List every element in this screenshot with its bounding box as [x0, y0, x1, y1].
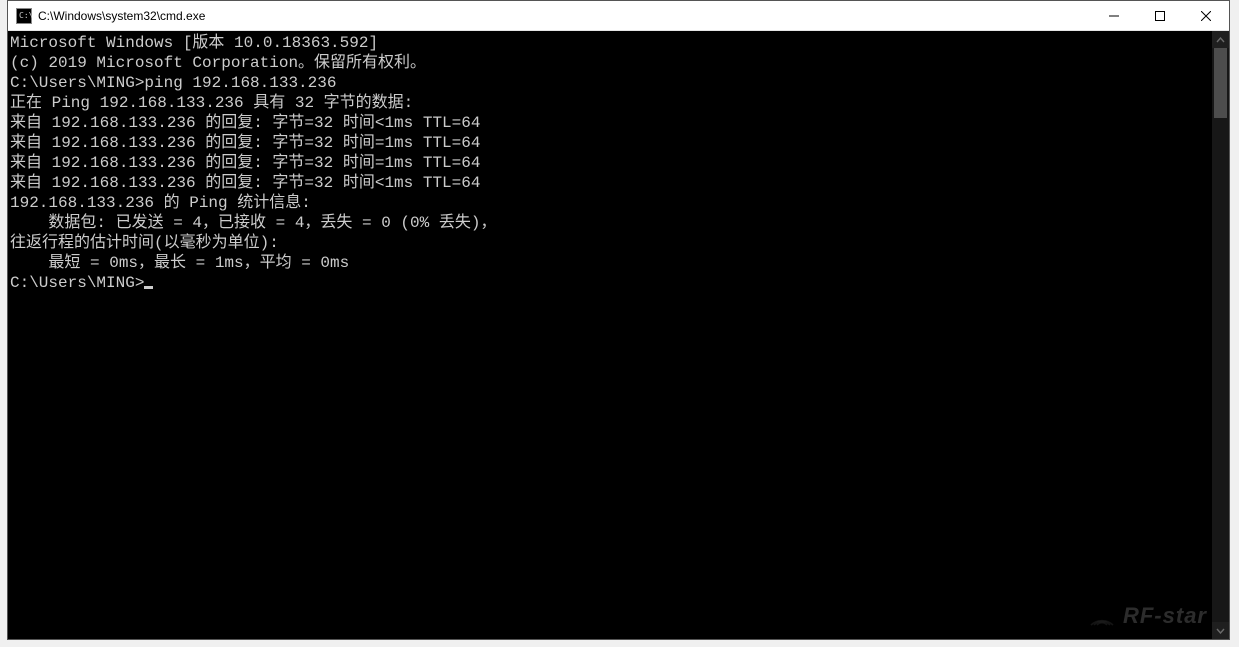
scroll-thumb[interactable]	[1214, 48, 1227, 118]
terminal-line: C:\Users\MING>ping 192.168.133.236	[10, 73, 1212, 93]
chevron-up-icon	[1216, 37, 1225, 43]
terminal-line: 数据包: 已发送 = 4，已接收 = 4，丢失 = 0 (0% 丢失)，	[10, 213, 1212, 233]
close-button[interactable]	[1183, 1, 1229, 30]
terminal-line: Microsoft Windows [版本 10.0.18363.592]	[10, 33, 1212, 53]
terminal-line: (c) 2019 Microsoft Corporation。保留所有权利。	[10, 53, 1212, 73]
terminal-line: 正在 Ping 192.168.133.236 具有 32 字节的数据:	[10, 93, 1212, 113]
window-title: C:\Windows\system32\cmd.exe	[38, 9, 1091, 23]
scroll-track[interactable]	[1212, 48, 1229, 622]
terminal-output[interactable]: Microsoft Windows [版本 10.0.18363.592](c)…	[8, 31, 1212, 639]
titlebar[interactable]: C:\ C:\Windows\system32\cmd.exe	[8, 1, 1229, 31]
svg-text:C:\: C:\	[19, 11, 32, 20]
terminal-line: 来自 192.168.133.236 的回复: 字节=32 时间=1ms TTL…	[10, 153, 1212, 173]
minimize-button[interactable]	[1091, 1, 1137, 30]
maximize-button[interactable]	[1137, 1, 1183, 30]
chevron-down-icon	[1216, 628, 1225, 634]
terminal-line: 192.168.133.236 的 Ping 统计信息:	[10, 193, 1212, 213]
terminal-line: 来自 192.168.133.236 的回复: 字节=32 时间=1ms TTL…	[10, 133, 1212, 153]
terminal-line: 往返行程的估计时间(以毫秒为单位):	[10, 233, 1212, 253]
terminal-line: 来自 192.168.133.236 的回复: 字节=32 时间<1ms TTL…	[10, 113, 1212, 133]
terminal-line: C:\Users\MING>	[10, 273, 1212, 293]
cmd-icon: C:\	[16, 8, 32, 24]
cmd-window: C:\ C:\Windows\system32\cmd.exe	[7, 0, 1230, 640]
minimize-icon	[1109, 11, 1119, 21]
terminal-area: Microsoft Windows [版本 10.0.18363.592](c)…	[8, 31, 1229, 639]
window-controls	[1091, 1, 1229, 30]
scroll-down-button[interactable]	[1212, 622, 1229, 639]
terminal-line: 来自 192.168.133.236 的回复: 字节=32 时间<1ms TTL…	[10, 173, 1212, 193]
close-icon	[1201, 11, 1211, 21]
maximize-icon	[1155, 11, 1165, 21]
terminal-cursor	[144, 286, 153, 289]
terminal-line: 最短 = 0ms，最长 = 1ms，平均 = 0ms	[10, 253, 1212, 273]
vertical-scrollbar[interactable]	[1212, 31, 1229, 639]
scroll-up-button[interactable]	[1212, 31, 1229, 48]
